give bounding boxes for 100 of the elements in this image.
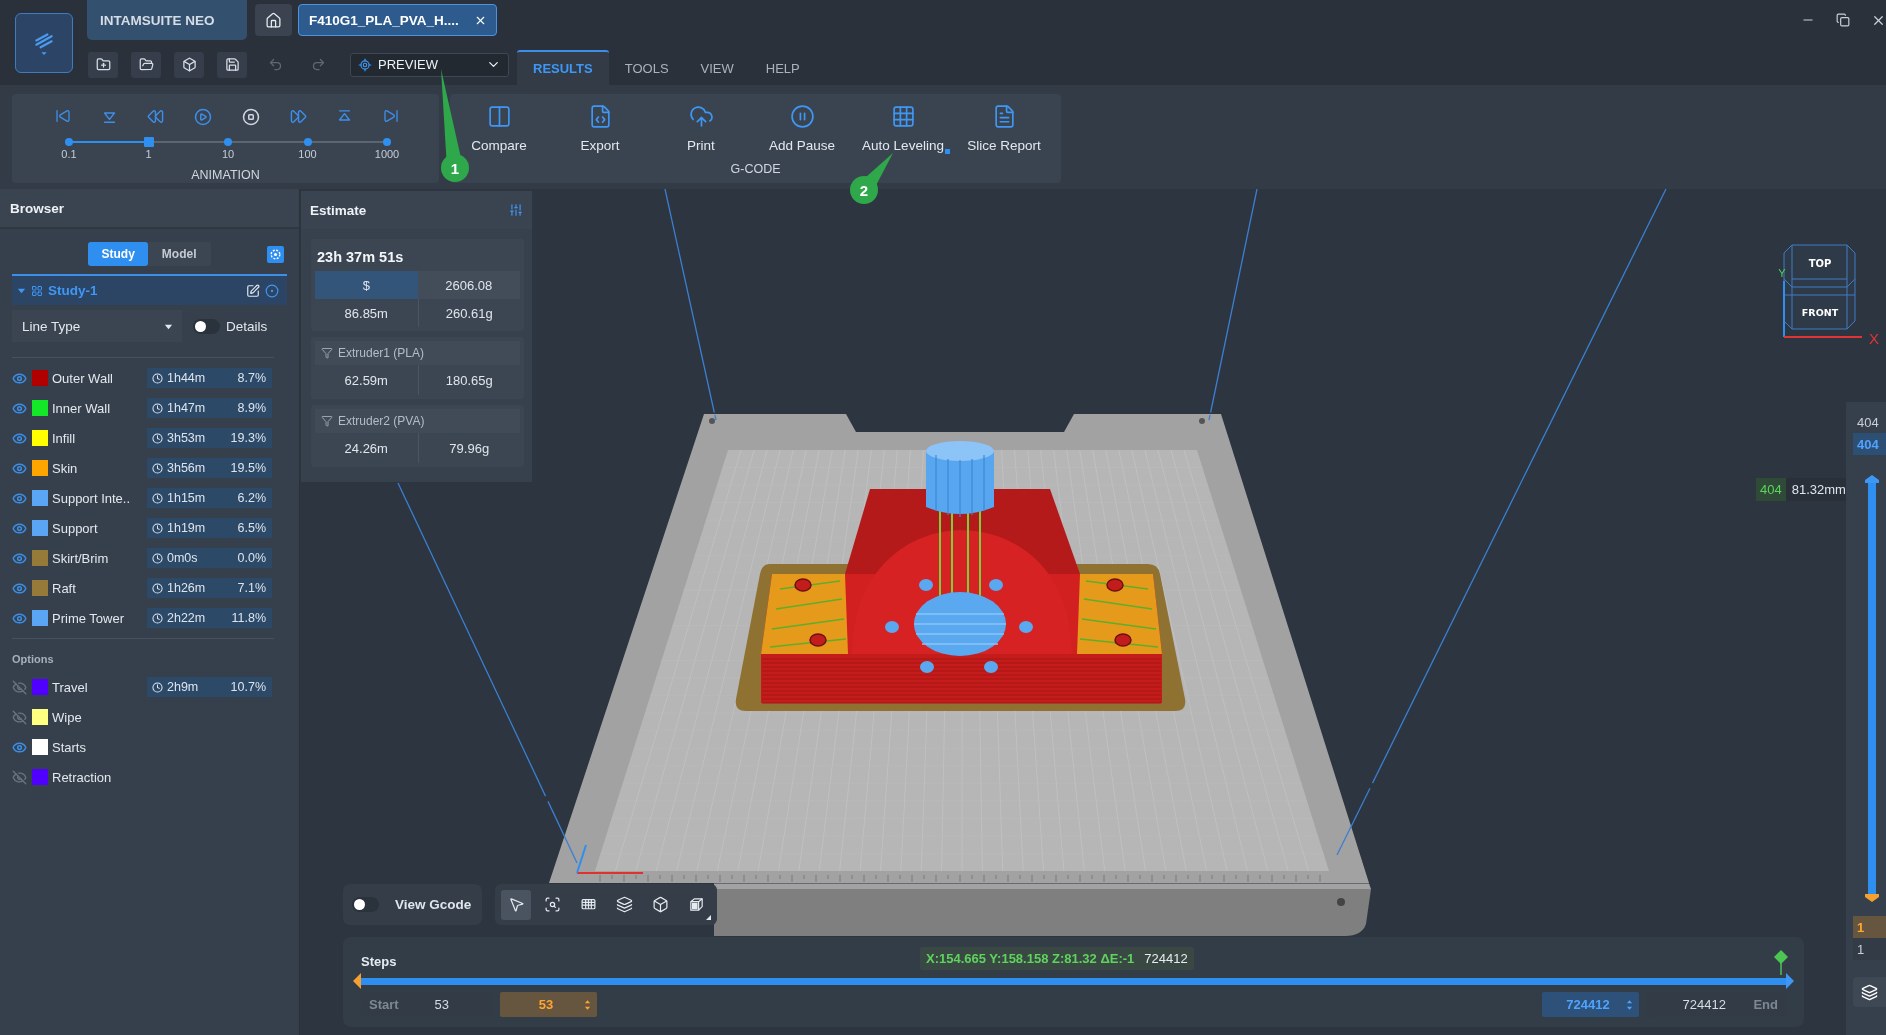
edit-icon[interactable] bbox=[246, 283, 260, 298]
details-toggle[interactable] bbox=[193, 318, 220, 334]
cloud-upload-icon bbox=[688, 104, 714, 129]
study-name: Study-1 bbox=[48, 283, 99, 298]
menu-tab[interactable]: RESULTS bbox=[517, 50, 609, 85]
axis-label: Y bbox=[1778, 267, 1786, 279]
clock-icon bbox=[152, 522, 163, 534]
menu-tab[interactable]: TOOLS bbox=[608, 50, 685, 85]
clock-icon bbox=[152, 372, 163, 384]
eye-off-icon[interactable] bbox=[12, 709, 27, 725]
duration-text: 1h15m bbox=[167, 491, 207, 505]
eye-off-icon[interactable] bbox=[12, 769, 27, 785]
share-text: 8.7% bbox=[237, 371, 266, 385]
speed-label: 1000 bbox=[374, 148, 400, 160]
range-value: 724412 bbox=[1681, 997, 1727, 1012]
menu-tab[interactable]: VIEW bbox=[684, 50, 750, 85]
mode-text: PREVIEW bbox=[378, 57, 439, 72]
line-type-name: Outer Wall bbox=[52, 370, 114, 386]
view-cube-drawing[interactable] bbox=[1783, 244, 1856, 330]
save-button[interactable] bbox=[217, 51, 247, 78]
sliders-icon[interactable] bbox=[509, 203, 523, 217]
open-project-button[interactable] bbox=[131, 51, 161, 78]
settings-icon[interactable] bbox=[267, 245, 284, 263]
clock-icon bbox=[152, 462, 163, 474]
new-project-button[interactable] bbox=[88, 51, 118, 78]
clock-icon bbox=[152, 492, 163, 504]
file-tab[interactable]: F410G1_PLA_PVA_H.... bbox=[298, 4, 497, 36]
panel-title: Estimate bbox=[310, 202, 367, 218]
speed-label: 10 bbox=[221, 148, 235, 160]
fast-forward-icon[interactable] bbox=[289, 108, 307, 125]
range-value: 53 bbox=[433, 997, 451, 1012]
position-marker-icon[interactable] bbox=[1774, 950, 1788, 975]
play-icon[interactable] bbox=[194, 108, 213, 126]
end-thumb-icon[interactable] bbox=[1786, 973, 1794, 989]
gcode-tool-button[interactable]: Print bbox=[652, 98, 750, 160]
eye-icon[interactable] bbox=[12, 520, 27, 536]
top-thumb-icon[interactable] bbox=[1865, 475, 1879, 483]
layer-height: 81.32mm bbox=[1791, 482, 1846, 497]
section-title: Options bbox=[12, 653, 54, 665]
bottom-thumb-icon[interactable] bbox=[1865, 894, 1879, 902]
skip-back-icon[interactable] bbox=[55, 108, 71, 124]
eye-icon[interactable] bbox=[12, 550, 27, 566]
slider-tick-dot bbox=[65, 138, 73, 146]
layer-bottom-input[interactable]: 1 bbox=[1853, 916, 1886, 938]
clock-icon bbox=[152, 582, 163, 594]
gcode-tool-button[interactable]: Auto Leveling bbox=[854, 98, 952, 160]
eye-icon[interactable] bbox=[12, 490, 27, 506]
study-row[interactable]: Study-1 bbox=[12, 274, 287, 305]
view-tool-button[interactable] bbox=[501, 889, 531, 920]
layer-top-input[interactable]: 404 bbox=[1853, 433, 1886, 455]
restore-icon[interactable] bbox=[1836, 13, 1850, 27]
eye-icon[interactable] bbox=[12, 460, 27, 476]
caret-icon[interactable] bbox=[17, 286, 26, 295]
gcode-tool-button[interactable]: Add Pause bbox=[753, 98, 851, 160]
view-face-label[interactable]: FRONT bbox=[1801, 307, 1839, 318]
app-menu-button[interactable] bbox=[14, 12, 73, 73]
line-type-dropdown[interactable]: Line Type bbox=[12, 310, 182, 342]
eye-icon[interactable] bbox=[12, 430, 27, 446]
view-face-label[interactable]: TOP bbox=[1808, 258, 1832, 269]
view-gcode-toggle[interactable] bbox=[352, 897, 379, 912]
grid-icon bbox=[31, 284, 43, 297]
eye-icon[interactable] bbox=[12, 610, 27, 626]
duration-text: 1h44m bbox=[167, 371, 207, 385]
spinner-icon[interactable] bbox=[1626, 998, 1633, 1011]
browser-tab[interactable]: Model bbox=[147, 242, 211, 266]
line-type-name: Infill bbox=[52, 430, 77, 446]
share-text: 7.1% bbox=[237, 581, 266, 595]
pause-circle-icon bbox=[789, 104, 815, 129]
funnel-icon bbox=[321, 415, 333, 427]
eye-off-icon[interactable] bbox=[12, 679, 27, 695]
speed-label: 1 bbox=[145, 148, 152, 160]
length-value: 62.59m bbox=[343, 371, 389, 390]
browser-tab[interactable]: Study bbox=[88, 242, 148, 266]
menu-tab[interactable]: HELP bbox=[749, 50, 816, 85]
share-text: 6.2% bbox=[237, 491, 266, 505]
gcode-tool-button[interactable]: Export bbox=[551, 98, 649, 160]
skip-forward-icon[interactable] bbox=[382, 108, 399, 124]
dropdown-corner-icon bbox=[945, 149, 950, 154]
start-step-input[interactable]: 53 bbox=[500, 992, 597, 1017]
layer-min-value: 1 bbox=[1853, 938, 1886, 960]
rewind-icon[interactable] bbox=[147, 108, 165, 125]
target-icon[interactable] bbox=[265, 283, 279, 298]
import-model-button[interactable] bbox=[174, 51, 204, 78]
panel-title: ANIMATION bbox=[191, 168, 260, 182]
eye-icon[interactable] bbox=[12, 370, 27, 386]
eye-icon[interactable] bbox=[12, 580, 27, 596]
mode-dropdown[interactable]: PREVIEW bbox=[350, 52, 509, 77]
panel-title: G-CODE bbox=[730, 162, 781, 176]
app-title-tab[interactable]: INTAMSUITE NEO bbox=[87, 0, 247, 40]
corner-triangle-icon bbox=[706, 914, 711, 920]
spinner-icon[interactable] bbox=[584, 998, 591, 1011]
layers-button[interactable] bbox=[1853, 977, 1886, 1007]
share-text: 19.5% bbox=[230, 461, 266, 475]
stop-icon[interactable] bbox=[241, 108, 260, 126]
home-button[interactable] bbox=[255, 4, 292, 36]
eye-icon[interactable] bbox=[12, 400, 27, 416]
slider-thumb[interactable] bbox=[143, 137, 154, 147]
eye-icon[interactable] bbox=[12, 739, 27, 755]
cube-front-icon bbox=[687, 896, 705, 913]
gcode-tool-button[interactable]: Slice Report bbox=[955, 98, 1053, 160]
